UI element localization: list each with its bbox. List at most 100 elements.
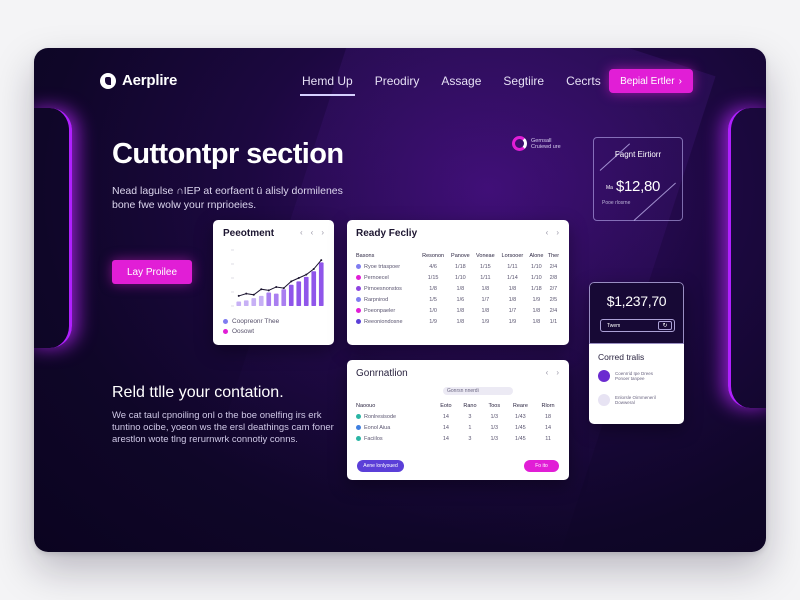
go-button[interactable]: Fo ito	[524, 460, 559, 472]
detail-line-1: Enlorsle Oirnmeneril	[615, 394, 656, 400]
next-icon[interactable]: ›	[321, 228, 324, 237]
table-row[interactable]: Pirnoesnonstos 1/8 1/8 1/8 1/8 1/18 2/7	[356, 283, 561, 294]
legend-dot	[223, 329, 228, 334]
search-input[interactable]: Gonrsn nnerdi	[443, 387, 513, 395]
refresh-icon[interactable]: ↻	[658, 321, 672, 330]
table-cell: 14	[442, 435, 449, 442]
row-name: Ronlresisode	[364, 413, 397, 420]
hero-subtitle: Nead lagulse ∩IEP at eorfaent ü alisly d…	[112, 185, 343, 211]
table-cell: 1/11	[480, 274, 491, 281]
performance-card: Peeotment ‹ ‹ › Coopreonr Thee Oosowt	[213, 220, 334, 345]
row-icon	[356, 296, 361, 302]
legend-item: Coopreonr Thee	[223, 318, 279, 325]
next-icon[interactable]: ›	[556, 228, 559, 237]
nav-cta-button[interactable]: Bepial Ertler ›	[609, 69, 693, 93]
chart-point	[267, 289, 270, 292]
balance-amount: $1,237,70	[606, 293, 667, 309]
table-cell: 1/11	[507, 263, 518, 270]
row-name: Reeoniondosne	[364, 318, 403, 325]
legend-label: Oosowt	[232, 328, 255, 335]
table-cell: 1/9	[481, 318, 490, 325]
row-name-cell: Pirnoesnonstos	[356, 283, 418, 294]
table-cell: 3	[468, 435, 472, 442]
section-text: We cat taul cpnoiling onl o the boe onel…	[112, 410, 334, 445]
chart-point	[237, 294, 240, 297]
nav-item-home[interactable]: Hemd Up	[300, 74, 355, 96]
prev-icon[interactable]: ‹	[300, 228, 303, 237]
table-row[interactable]: Eonol Aiua 14 1 1/3 1/45 14	[356, 422, 561, 433]
table-row[interactable]: Rarpnirod 1/5 1/6 1/7 1/8 1/9 2/5	[356, 294, 561, 305]
table-cell: 1/15	[427, 274, 439, 281]
column-header: Naoouo	[356, 402, 376, 409]
performance-title: Peeotment	[223, 228, 275, 239]
price-box[interactable]: Fagnt Eirtiorr Ma $12,80 Pooe rlosrne	[593, 137, 683, 221]
table-row[interactable]: Faciilos 14 3 1/3 1/45 11	[356, 433, 561, 444]
table-cell: 4/6	[429, 263, 437, 270]
avatar	[598, 394, 610, 406]
table-cell: 1/8	[508, 296, 517, 303]
table-header-row: Naoouo Eoto Rano Toos Reare Rlorn	[356, 400, 561, 411]
table-row[interactable]: Pernoecel 1/15 1/10 1/11 1/14 1/10 2/8	[356, 272, 561, 283]
brand-logo[interactable]: Aerplire	[100, 72, 177, 89]
row-icon	[356, 274, 361, 280]
ready-table: Basons Resonon Panove Voneae Lorsooer Alone Th…	[356, 250, 561, 327]
price-footnote: Pooe rlosrne	[602, 200, 631, 206]
table-cell: 11	[545, 435, 551, 442]
row-name-cell: Pernoecel	[356, 272, 418, 283]
generation-card: Gonrnatlion Gonrsn nnerdi ‹ › Naoouo Eoto…	[347, 360, 569, 480]
table-cell: 2/5	[549, 296, 558, 303]
nav-item-3[interactable]: Assage	[441, 74, 481, 96]
chart-bar	[258, 295, 264, 306]
row-name-cell: Poeonpaeler	[356, 305, 418, 316]
ready-table-card: Ready Fecliy ‹ › Basons Resonon Panove Vone…	[347, 220, 569, 345]
detail-item[interactable]: Enlorsle Oirnmeneril Dowweral	[598, 394, 656, 406]
row-name-cell: Ronlresisode	[356, 411, 435, 422]
add-button[interactable]: Aene lonlyoued	[357, 460, 404, 472]
column-header: Alone	[529, 252, 544, 259]
table-cell: 14	[442, 413, 449, 420]
term-field[interactable]: Twem ↻	[600, 319, 675, 332]
table-row[interactable]: Poeonpaeler 1/0 1/8 1/8 1/7 1/8 2/4	[356, 305, 561, 316]
next-icon[interactable]: ›	[556, 368, 559, 377]
detail-item[interactable]: Coenrrid Ipe Drees Ponoer tanpee	[598, 370, 653, 382]
hero-cta-button[interactable]: Lay Proilee	[112, 260, 192, 284]
row-icon	[356, 424, 361, 430]
prev-icon[interactable]: ‹	[546, 228, 549, 237]
table-cell: 1/15	[480, 263, 491, 270]
row-name: Faciilos	[364, 435, 383, 442]
term-field-label: Twem	[607, 322, 621, 329]
column-header: Ther	[547, 252, 560, 259]
ring-logo-icon	[512, 136, 527, 151]
table-cell: 1/43	[515, 413, 526, 420]
row-icon	[356, 285, 361, 291]
nav-item-5[interactable]: Cecrts	[566, 74, 601, 96]
table-cell: 1/10	[455, 274, 466, 281]
table-cell: 14	[544, 424, 552, 431]
column-header: Basons	[356, 252, 375, 259]
details-panel: Corred tralis Coenrrid Ipe Drees Ponoer …	[589, 344, 684, 424]
prev-icon[interactable]: ‹	[311, 228, 314, 237]
column-header: Eoto	[440, 402, 452, 409]
nav-item-4[interactable]: Segtiire	[503, 74, 544, 96]
table-row[interactable]: Ronlresisode 14 3 1/3 1/43 18	[356, 411, 561, 422]
table-row[interactable]: Reeoniondosne 1/9 1/8 1/9 1/9 1/8 1/1	[356, 316, 561, 327]
table-cell: 18	[544, 413, 552, 420]
table-cell: 1/9	[532, 296, 541, 303]
legend-label: Coopreonr Thee	[232, 318, 280, 325]
neon-glow-right	[728, 108, 766, 408]
table-row[interactable]: Ryoe trtaspoer 4/6 1/18 1/15 1/11 1/10 2/4	[356, 261, 561, 272]
card-controls: ‹ ›	[546, 368, 559, 377]
details-heading: Corred tralis	[598, 352, 645, 362]
table-cell: 1/3	[490, 435, 499, 442]
row-name: Ryoe trtaspoer	[364, 263, 401, 270]
table-cell: 2/4	[549, 307, 558, 314]
table-cell: 14	[442, 424, 449, 431]
detail-line-2: Ponoer tanpee	[615, 376, 645, 381]
table-cell: 1/8	[532, 318, 541, 325]
row-name-cell: Eonol Aiua	[356, 422, 435, 433]
prev-icon[interactable]: ‹	[546, 368, 549, 377]
nav-item-2[interactable]: Preodiry	[375, 74, 420, 96]
card-controls: ‹ ‹ ›	[300, 228, 324, 237]
table-cell: 2/4	[549, 263, 558, 270]
table-cell: 1/18	[455, 263, 466, 270]
